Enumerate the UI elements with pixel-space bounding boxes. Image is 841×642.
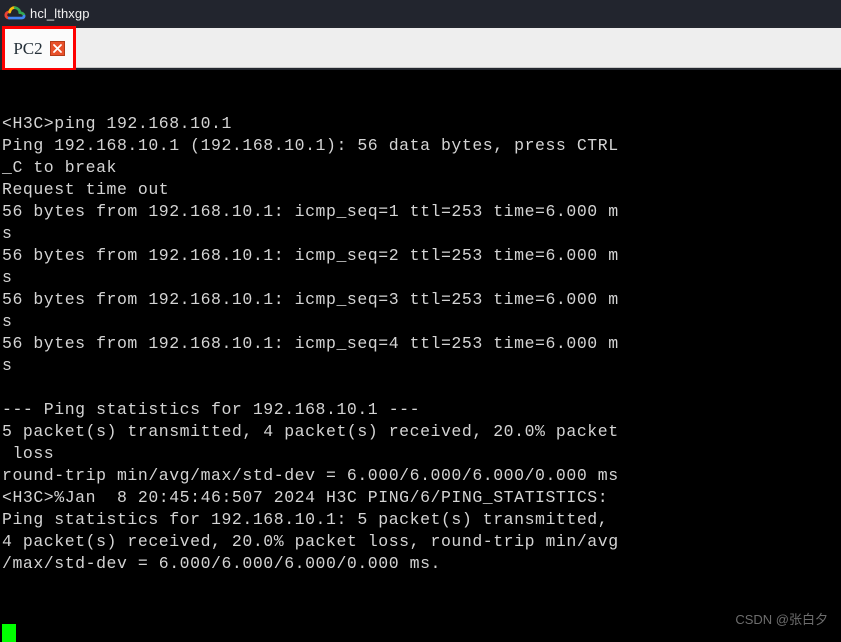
terminal-cursor bbox=[2, 624, 16, 642]
tab-strip-empty-area bbox=[76, 28, 841, 68]
terminal-console[interactable]: <H3C>ping 192.168.10.1 Ping 192.168.10.1… bbox=[0, 70, 841, 642]
tab-pc2-label: PC2 bbox=[13, 38, 43, 58]
emulator-window: hcl_lthxgp PC2 <H3C>ping 192.168.10.1 Pi… bbox=[0, 0, 841, 642]
window-title: hcl_lthxgp bbox=[30, 5, 90, 21]
tab-strip: PC2 bbox=[0, 26, 841, 70]
window-titlebar: hcl_lthxgp bbox=[0, 0, 841, 26]
tab-pc2[interactable]: PC2 bbox=[4, 28, 74, 68]
cloud-icon bbox=[4, 6, 26, 20]
close-icon[interactable] bbox=[49, 40, 65, 56]
terminal-output: <H3C>ping 192.168.10.1 Ping 192.168.10.1… bbox=[2, 114, 619, 573]
